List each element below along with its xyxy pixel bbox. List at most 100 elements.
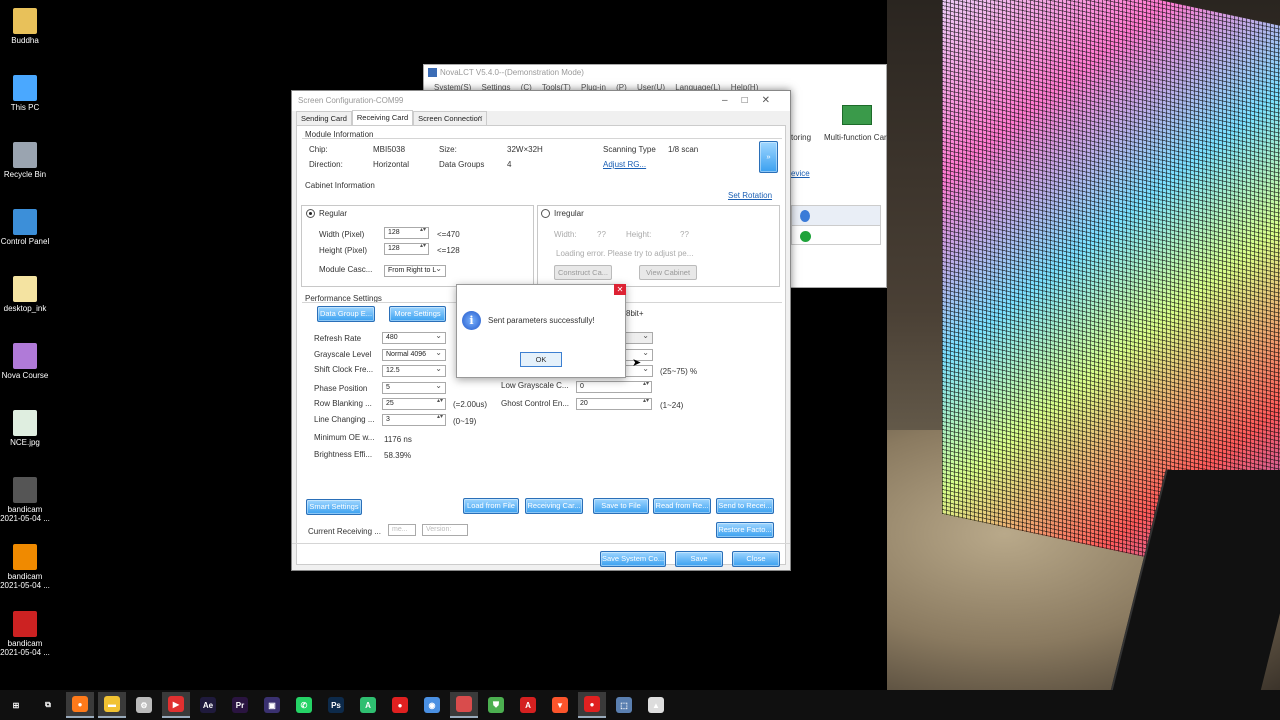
row-blanking-label: Row Blanking ... <box>314 399 372 408</box>
restore-factory-button[interactable]: Restore Facto... <box>716 522 774 538</box>
save-to-file-button[interactable]: Save to File <box>593 498 649 514</box>
multifunction-card-icon[interactable] <box>842 105 872 125</box>
effects-icon[interactable]: ▣ <box>258 692 286 718</box>
irregular-radio[interactable] <box>541 209 550 218</box>
height-input[interactable]: 128 <box>384 243 429 255</box>
row-blanking-input[interactable]: 25 <box>382 398 446 410</box>
ok-button[interactable]: OK <box>520 352 562 367</box>
save-button[interactable]: Save <box>675 551 723 567</box>
module-cascade-select[interactable]: From Right to L <box>384 265 446 277</box>
set-rotation-link[interactable]: Set Rotation <box>728 191 772 200</box>
shift-clock-select[interactable]: 12.5 <box>382 365 446 377</box>
view-cabinet-button[interactable]: View Cabinet <box>639 265 697 280</box>
adjust-rg-link[interactable]: Adjust RG... <box>603 160 646 169</box>
desktop-icon[interactable]: Control Panel <box>0 209 50 246</box>
premiere-icon[interactable]: Pr <box>226 692 254 718</box>
save-system-config-button[interactable]: Save System Co... <box>600 551 666 567</box>
recycle-bin-icon <box>13 142 37 168</box>
acrobat-icon[interactable]: A <box>514 692 542 718</box>
desktop-icon[interactable]: Nova Course <box>0 343 50 380</box>
brave-icon[interactable]: ▼ <box>546 692 574 718</box>
version-input[interactable]: Version: <box>422 524 468 536</box>
chip-value: MBI5038 <box>373 145 406 154</box>
taskbar-glyph: ✆ <box>296 697 312 713</box>
dialog-close-icon[interactable]: ✕ <box>614 284 626 295</box>
file-explorer-icon[interactable]: ▬ <box>98 692 126 718</box>
loading-error-text: Loading error. Please try to adjust pe..… <box>556 249 694 258</box>
photoshop-icon[interactable]: Ps <box>322 692 350 718</box>
task-view-icon[interactable]: ⧉ <box>34 692 62 718</box>
device-link[interactable]: evice <box>791 169 810 178</box>
taskbar-glyph: ▶ <box>168 696 184 712</box>
start-icon[interactable]: ⊞ <box>2 692 30 718</box>
duty-ratio-note: (25~75) % <box>660 367 698 376</box>
min-oe-value: 1176 ns <box>384 435 412 444</box>
desktop-icon[interactable]: bandicam 2021-05-04 ... <box>0 611 50 657</box>
window-controls[interactable]: –□✕ <box>722 91 784 111</box>
taskbar-glyph: ⬚ <box>616 697 632 713</box>
tab-receiving-card[interactable]: Receiving Card <box>351 110 414 125</box>
module-select-button[interactable]: » <box>759 141 778 173</box>
taskbar-glyph: ⧉ <box>45 700 51 709</box>
taskbar-glyph: Pr <box>232 697 248 713</box>
multifunction-card-label[interactable]: Multi-function Car <box>824 133 887 142</box>
width-label: Width (Pixel) <box>319 230 365 239</box>
shift-clock-label: Shift Clock Fre... <box>314 365 374 374</box>
grayscale-level-select[interactable]: Normal 4096 <box>382 349 446 361</box>
window-title: Screen Configuration-COM99 –□✕ <box>292 91 790 111</box>
regular-radio[interactable] <box>306 209 315 218</box>
taskbar-glyph: ◉ <box>424 697 440 713</box>
a-app-icon[interactable]: A <box>354 692 382 718</box>
direction-label: Direction: <box>309 160 343 169</box>
dialog-message: Sent parameters successfully! <box>488 316 595 325</box>
firefox-icon[interactable]: ● <box>66 692 94 718</box>
smart-settings-button[interactable]: Smart Settings <box>306 499 362 515</box>
phase-position-select[interactable]: 5 <box>382 382 446 394</box>
desktop-icon[interactable]: Recycle Bin <box>0 142 50 179</box>
width-input[interactable]: 128 <box>384 227 429 239</box>
tab-screen-connection[interactable]: Screen Connection <box>413 111 487 125</box>
novalct-title: NovaLCT V5.4.0--(Demonstration Mode) <box>440 68 584 77</box>
taskbar-glyph: Ae <box>200 697 216 713</box>
desktop-icon[interactable]: Buddha <box>0 8 50 45</box>
close-button[interactable]: Close <box>732 551 780 567</box>
more-settings-button[interactable]: More Settings <box>389 306 446 322</box>
taskbar-glyph: ● <box>72 696 88 712</box>
whatsapp-icon[interactable]: ✆ <box>290 692 318 718</box>
tab-sending-card[interactable]: Sending Card <box>296 111 352 125</box>
folder-icon <box>13 343 37 369</box>
read-from-receiving-button[interactable]: Read from Re... <box>653 498 711 514</box>
desktop-icon[interactable]: NCE.jpg <box>0 410 50 447</box>
data-group-button[interactable]: Data Group E... <box>317 306 375 322</box>
desktop-icon[interactable]: This PC <box>0 75 50 112</box>
monitoring-label[interactable]: toring <box>791 133 811 142</box>
ghost-control-input[interactable]: 20 <box>576 398 652 410</box>
current-receiving-input[interactable]: me... <box>388 524 416 536</box>
receiving-card-button[interactable]: Receiving Car... <box>525 498 583 514</box>
hidden-select-1[interactable] <box>625 332 653 344</box>
load-from-file-button[interactable]: Load from File <box>463 498 519 514</box>
brightness-efficiency-label: Brightness Effi... <box>314 450 373 459</box>
after-effects-icon[interactable]: Ae <box>194 692 222 718</box>
taskbar-glyph <box>456 696 472 712</box>
desktop-icon[interactable]: bandicam 2021-05-04 ... <box>0 477 50 523</box>
record-icon[interactable]: ● <box>386 692 414 718</box>
app-icon[interactable]: ⚙ <box>130 692 158 718</box>
line-changing-input[interactable]: 3 <box>382 414 446 426</box>
novalct-icon[interactable]: ⬚ <box>610 692 638 718</box>
construct-cabinet-button[interactable]: Construct Ca... <box>554 265 612 280</box>
bandicam-icon[interactable]: ● <box>578 692 606 718</box>
send-to-receiving-button[interactable]: Send to Recei... <box>716 498 774 514</box>
irregular-height-value: ?? <box>680 230 689 239</box>
refresh-rate-select[interactable]: 480 <box>382 332 446 344</box>
youtube-icon[interactable]: ▶ <box>162 692 190 718</box>
photos-icon[interactable]: ▲ <box>642 692 670 718</box>
chrome-icon[interactable]: ◉ <box>418 692 446 718</box>
shield-icon[interactable]: ⛊ <box>482 692 510 718</box>
low-grayscale-input[interactable]: 0 <box>576 381 652 393</box>
desktop-icon[interactable]: bandicam 2021-05-04 ... <box>0 544 50 590</box>
taskbar-glyph: A <box>520 697 536 713</box>
desktop-icon[interactable]: desktop_ink <box>0 276 50 313</box>
folder-icon <box>13 8 37 34</box>
red-app-icon[interactable] <box>450 692 478 718</box>
